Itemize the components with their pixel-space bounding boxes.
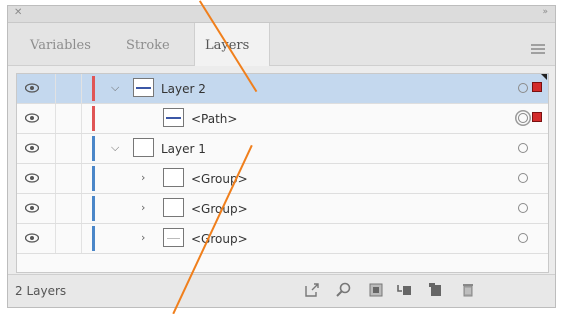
- visibility-eye-icon[interactable]: [25, 173, 39, 183]
- chevron-right-icon[interactable]: ›: [141, 171, 145, 184]
- layer-color-bar: [92, 226, 95, 251]
- layer-color-bar: [92, 106, 95, 131]
- layer-thumbnail: [133, 78, 154, 97]
- panel-menu-icon[interactable]: [531, 44, 545, 56]
- column-divider: [81, 224, 82, 253]
- column-divider: [55, 104, 56, 133]
- column-divider: [81, 104, 82, 133]
- layers-panel: ✕ » Variables Stroke Layers ⌵ Layer 2 <Pat…: [7, 5, 556, 308]
- column-divider: [55, 74, 56, 103]
- selection-indicator[interactable]: [532, 112, 542, 122]
- layer-row[interactable]: › <Group>: [17, 224, 548, 254]
- layer-name[interactable]: Layer 2: [161, 82, 206, 96]
- layer-thumbnail: [163, 228, 184, 247]
- layer-row[interactable]: <Path>: [17, 104, 548, 134]
- column-divider: [81, 194, 82, 223]
- tab-stroke[interactable]: Stroke: [116, 23, 180, 65]
- chevron-down-icon[interactable]: ⌵: [111, 81, 119, 95]
- column-divider: [55, 134, 56, 163]
- layer-color-bar: [92, 136, 95, 161]
- target-circle-icon[interactable]: [518, 203, 528, 213]
- tab-layers[interactable]: Layers: [194, 23, 270, 66]
- target-circle-icon[interactable]: [518, 113, 528, 123]
- column-divider: [81, 134, 82, 163]
- layer-thumbnail: [163, 108, 184, 127]
- clipping-mask-icon[interactable]: [368, 282, 384, 298]
- visibility-eye-icon[interactable]: [25, 203, 39, 213]
- locate-object-icon[interactable]: [336, 282, 352, 298]
- visibility-eye-icon[interactable]: [25, 143, 39, 153]
- column-divider: [81, 164, 82, 193]
- chevron-right-icon[interactable]: ›: [141, 231, 145, 244]
- layer-color-bar: [92, 76, 95, 101]
- layer-row[interactable]: › <Group>: [17, 164, 548, 194]
- visibility-eye-icon[interactable]: [25, 113, 39, 123]
- column-divider: [55, 164, 56, 193]
- layer-thumbnail: [163, 198, 184, 217]
- column-divider: [55, 224, 56, 253]
- target-circle-icon[interactable]: [518, 143, 528, 153]
- panel-title-bar[interactable]: ✕ »: [8, 6, 555, 23]
- export-icon[interactable]: [304, 282, 320, 298]
- tab-variables[interactable]: Variables: [20, 23, 101, 65]
- panel-footer: 2 Layers: [8, 274, 555, 307]
- delete-icon[interactable]: [460, 282, 476, 298]
- new-layer-icon[interactable]: [428, 282, 444, 298]
- visibility-eye-icon[interactable]: [25, 83, 39, 93]
- chevron-down-icon[interactable]: ⌵: [111, 141, 119, 155]
- selection-indicator[interactable]: [532, 82, 542, 92]
- layer-row[interactable]: › <Group>: [17, 194, 548, 224]
- tab-bar: Variables Stroke Layers: [8, 23, 555, 66]
- current-layer-indicator: [541, 74, 547, 80]
- collapse-icon[interactable]: »: [542, 7, 547, 17]
- target-circle-icon[interactable]: [518, 173, 528, 183]
- layer-row[interactable]: ⌵ Layer 2: [17, 74, 548, 104]
- target-circle-icon[interactable]: [518, 83, 528, 93]
- layer-name[interactable]: <Group>: [191, 232, 248, 246]
- layer-name[interactable]: <Path>: [191, 112, 237, 126]
- layer-thumbnail: [163, 168, 184, 187]
- layers-list: ⌵ Layer 2 <Path> ⌵ Layer 1 › <Group> › <Group> › <…: [16, 73, 549, 273]
- target-circle-icon[interactable]: [518, 233, 528, 243]
- close-icon[interactable]: ✕: [14, 7, 22, 18]
- layer-count: 2 Layers: [15, 284, 67, 298]
- layer-color-bar: [92, 196, 95, 221]
- new-sublayer-icon[interactable]: [396, 282, 412, 298]
- layer-color-bar: [92, 166, 95, 191]
- column-divider: [55, 194, 56, 223]
- layer-name[interactable]: <Group>: [191, 172, 248, 186]
- column-divider: [81, 74, 82, 103]
- layer-row[interactable]: ⌵ Layer 1: [17, 134, 548, 164]
- layer-thumbnail: [133, 138, 154, 157]
- layer-name[interactable]: Layer 1: [161, 142, 206, 156]
- chevron-right-icon[interactable]: ›: [141, 201, 145, 214]
- visibility-eye-icon[interactable]: [25, 233, 39, 243]
